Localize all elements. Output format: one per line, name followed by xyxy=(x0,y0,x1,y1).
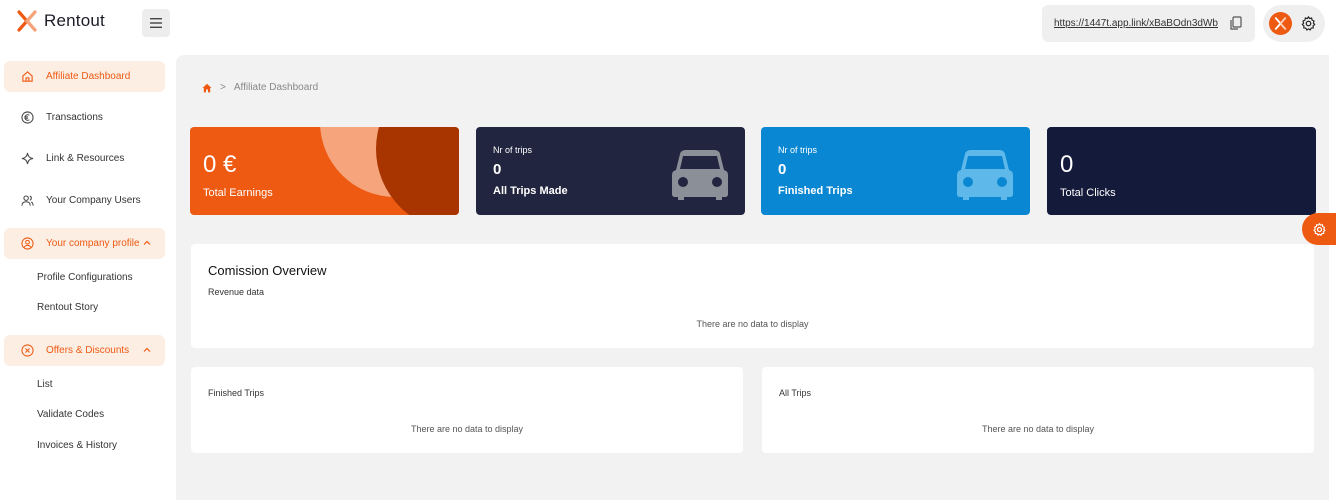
sidebar-subitem-rentout-story[interactable]: Rentout Story xyxy=(37,302,98,313)
sidebar-subitem-validate-codes[interactable]: Validate Codes xyxy=(37,409,104,420)
nr-of-trips-caption: Nr of trips xyxy=(778,145,818,155)
sidebar-item-label: Your company profile xyxy=(46,238,140,249)
sidebar-item-link-resources[interactable]: Link & Resources xyxy=(4,143,165,174)
commission-overview-panel: Comission Overview Revenue data There ar… xyxy=(191,244,1314,348)
avatar[interactable] xyxy=(1269,12,1292,35)
copy-icon[interactable] xyxy=(1229,16,1243,30)
brand-name: Rentout xyxy=(44,11,105,30)
sidebar-item-label: Transactions xyxy=(46,112,103,123)
rentout-logo-icon xyxy=(17,10,37,32)
main-content: > Affiliate Dashboard 0 € Total Earnings… xyxy=(176,55,1329,500)
commission-overview-title: Comission Overview xyxy=(208,263,327,278)
gear-icon[interactable] xyxy=(1300,15,1317,32)
home-icon[interactable] xyxy=(202,83,212,93)
breadcrumb-separator: > xyxy=(220,82,226,93)
total-earnings-label: Total Earnings xyxy=(203,187,273,199)
sidebar-item-transactions[interactable]: Transactions xyxy=(4,102,165,133)
breadcrumb: > Affiliate Dashboard xyxy=(202,82,318,93)
menu-icon xyxy=(150,18,162,28)
rentout-logo-icon xyxy=(1274,17,1287,30)
sidebar-item-affiliate-dashboard[interactable]: Affiliate Dashboard xyxy=(4,61,165,92)
total-clicks-label: Total Clicks xyxy=(1060,187,1116,199)
total-clicks-card: 0 Total Clicks xyxy=(1047,127,1316,215)
sidebar-item-label: Affiliate Dashboard xyxy=(46,71,131,82)
total-clicks-value: 0 xyxy=(1060,151,1074,178)
home-icon xyxy=(20,70,34,84)
sidebar-item-company-users[interactable]: Your Company Users xyxy=(4,185,165,216)
finished-trips-panel: Finished Trips There are no data to disp… xyxy=(191,367,743,453)
empty-state-text: There are no data to display xyxy=(410,424,524,434)
users-icon xyxy=(20,194,34,208)
sidebar-item-company-profile[interactable]: Your company profile xyxy=(4,228,165,259)
chevron-up-icon xyxy=(143,347,151,352)
gear-icon xyxy=(1312,222,1326,236)
sidebar-item-label: Offers & Discounts xyxy=(46,345,130,356)
all-trips-card: Nr of trips 0 All Trips Made xyxy=(476,127,745,215)
sidebar: Affiliate Dashboard Transactions Link & … xyxy=(0,55,170,500)
nr-of-trips-caption: Nr of trips xyxy=(493,145,533,155)
affiliate-link[interactable]: https://1447t.app.link/xBaBOdn3dWb xyxy=(1054,18,1218,29)
affiliate-link-box: https://1447t.app.link/xBaBOdn3dWb xyxy=(1042,5,1255,42)
euro-icon xyxy=(20,111,34,125)
finished-trips-panel-title: Finished Trips xyxy=(208,388,265,398)
all-trips-panel-title: All Trips xyxy=(779,388,812,398)
all-trips-label: All Trips Made xyxy=(493,185,568,197)
settings-floating-button[interactable] xyxy=(1302,213,1336,245)
sidebar-subitem-invoices-history[interactable]: Invoices & History xyxy=(37,440,117,451)
user-menu xyxy=(1263,5,1325,42)
empty-state-text: There are no data to display xyxy=(696,319,809,329)
all-trips-value: 0 xyxy=(493,161,502,178)
finished-trips-value: 0 xyxy=(778,161,787,178)
menu-toggle-button[interactable] xyxy=(142,9,170,37)
breadcrumb-current: Affiliate Dashboard xyxy=(233,82,319,93)
chevron-up-icon xyxy=(143,240,151,245)
x-circle-icon xyxy=(20,344,34,358)
sidebar-item-label: Link & Resources xyxy=(46,153,125,164)
sidebar-subitem-list[interactable]: List xyxy=(37,379,53,390)
sidebar-item-offers-discounts[interactable]: Offers & Discounts xyxy=(4,335,165,366)
total-earnings-value: 0 € xyxy=(203,151,237,178)
sidebar-item-label: Your Company Users xyxy=(46,195,141,206)
finished-trips-label: Finished Trips xyxy=(778,185,853,197)
sidebar-subitem-profile-configurations[interactable]: Profile Configurations xyxy=(37,272,133,283)
user-circle-icon xyxy=(20,237,34,251)
all-trips-panel: All Trips There are no data to display xyxy=(762,367,1314,453)
empty-state-text: There are no data to display xyxy=(981,424,1095,434)
revenue-data-subtitle: Revenue data xyxy=(208,287,265,297)
car-icon xyxy=(672,150,728,200)
finished-trips-card: Nr of trips 0 Finished Trips xyxy=(761,127,1030,215)
total-earnings-card: 0 € Total Earnings xyxy=(190,127,459,215)
rentout-logo[interactable]: Rentout xyxy=(16,9,105,33)
car-icon xyxy=(957,150,1013,200)
sparkle-icon xyxy=(20,152,34,166)
